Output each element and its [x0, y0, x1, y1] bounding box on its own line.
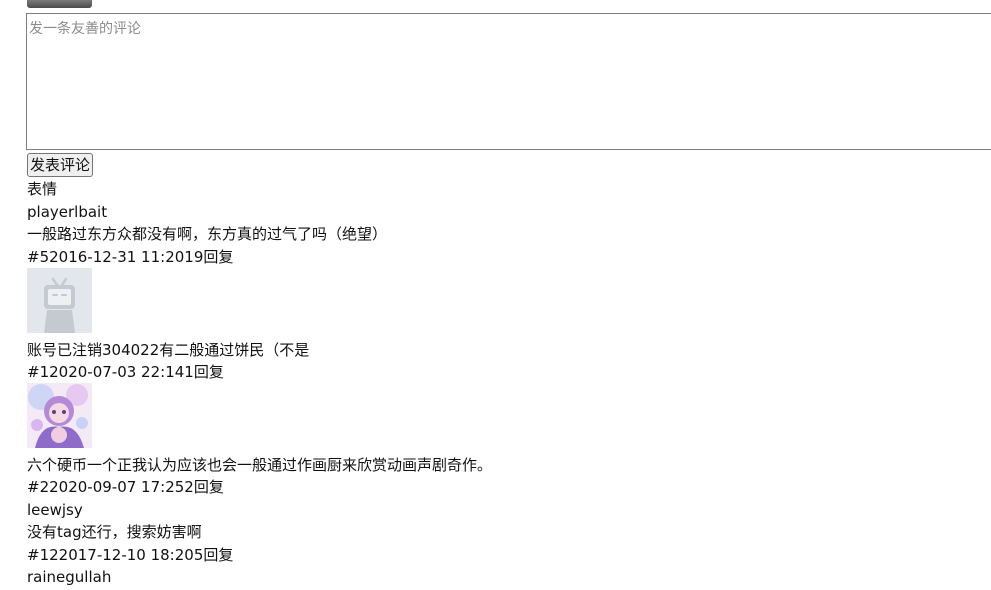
comment-username[interactable]: leewjsy: [27, 500, 83, 520]
comment-text: 一般路过东方众都没有啊，东方真的过气了吗（绝望）: [27, 225, 388, 243]
anime-girl-avatar[interactable]: [27, 383, 92, 448]
comment-username[interactable]: rainegullah: [27, 567, 111, 587]
comment-meta: #122017-12-10 18:205回复: [27, 546, 234, 564]
comment-username[interactable]: playerlbait: [27, 202, 107, 222]
comment-section: 发表评论 表情 playerlbait 一般路过东方众都没有啊，东方真的过气了吗…: [0, 0, 991, 590]
comment-input[interactable]: [26, 13, 991, 150]
comment-text: 没有tag还行，搜索妨害啊: [27, 523, 202, 541]
default-tv-avatar[interactable]: [27, 268, 92, 333]
comment-text: 账号已注销304022有二般通过饼民（不是: [27, 341, 310, 359]
comment-meta: #12020-07-03 22:141回复: [27, 363, 224, 381]
comment-meta: #52016-12-31 11:2019回复: [27, 248, 234, 266]
comment-text: 六个硬币一个正我认为应该也会一般通过作画厨来欣赏动画声剧奇作。: [27, 456, 493, 474]
user-avatar[interactable]: [27, 0, 92, 8]
submit-comment-button[interactable]: 发表评论: [27, 153, 94, 177]
emoji-button[interactable]: 表情: [27, 179, 57, 199]
comment-meta: #22020-09-07 17:252回复: [27, 478, 224, 496]
